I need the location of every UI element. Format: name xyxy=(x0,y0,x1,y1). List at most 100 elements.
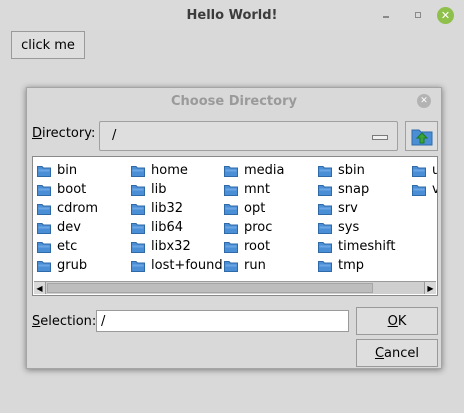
folder-icon xyxy=(412,184,426,196)
window-title: Hello World! xyxy=(186,7,278,23)
folder-icon xyxy=(37,241,51,253)
folder-icon xyxy=(131,222,145,234)
folder-icon xyxy=(37,260,51,272)
folder-name: grub xyxy=(57,258,88,273)
folder-name: lib64 xyxy=(151,220,184,235)
folder-icon xyxy=(224,184,238,196)
folder-name: run xyxy=(244,258,266,273)
maximize-icon xyxy=(415,12,421,18)
parent-directory-button[interactable] xyxy=(405,121,438,151)
folder-name: lib xyxy=(151,182,167,197)
folder-icon xyxy=(37,222,51,234)
folder-item[interactable]: run xyxy=(224,256,285,275)
folder-icon xyxy=(318,222,332,234)
folder-item[interactable]: snap xyxy=(318,180,395,199)
scroll-right-icon[interactable]: ▶ xyxy=(424,282,436,294)
dialog-close-button[interactable]: ✕ xyxy=(417,94,431,108)
horizontal-scrollbar[interactable]: ◀ ▶ xyxy=(34,281,436,294)
folder-item[interactable]: dev xyxy=(37,218,98,237)
folder-item[interactable]: bin xyxy=(37,161,98,180)
folder-item[interactable]: opt xyxy=(224,199,285,218)
folder-name: etc xyxy=(57,239,78,254)
folder-icon xyxy=(131,241,145,253)
scroll-left-icon[interactable]: ◀ xyxy=(34,282,46,294)
folder-icon xyxy=(224,203,238,215)
cancel-button[interactable]: Cancel xyxy=(356,339,438,367)
folder-column-4: sbin snap srv sys timeshift tmp xyxy=(318,161,395,275)
title-bar[interactable]: Hello World! ✕ xyxy=(0,0,464,30)
folder-name: opt xyxy=(244,201,266,216)
folder-item[interactable]: proc xyxy=(224,218,285,237)
dialog-title: Choose Directory xyxy=(171,94,297,109)
scrollbar-thumb[interactable] xyxy=(47,283,373,293)
folder-item[interactable]: libx32 xyxy=(131,237,223,256)
ok-button[interactable]: OK xyxy=(356,307,438,335)
folder-item[interactable]: u xyxy=(412,161,437,180)
folder-item[interactable]: root xyxy=(224,237,285,256)
folder-icon xyxy=(318,260,332,272)
folder-icon xyxy=(412,165,426,177)
folder-item[interactable]: v xyxy=(412,180,437,199)
folder-name: v xyxy=(432,182,437,197)
folder-item[interactable]: home xyxy=(131,161,223,180)
folder-name: cdrom xyxy=(57,201,99,216)
folder-item[interactable]: lib xyxy=(131,180,223,199)
selection-label: Selection: xyxy=(32,314,97,329)
folder-name: proc xyxy=(244,220,273,235)
folder-item[interactable]: etc xyxy=(37,237,98,256)
folder-item[interactable]: lib64 xyxy=(131,218,223,237)
folder-icon xyxy=(131,260,145,272)
folder-icon xyxy=(131,184,145,196)
selection-input[interactable] xyxy=(96,310,349,332)
folder-icon xyxy=(318,165,332,177)
folder-name: srv xyxy=(338,201,358,216)
folder-item[interactable]: lib32 xyxy=(131,199,223,218)
folder-item[interactable]: timeshift xyxy=(318,237,395,256)
directory-list[interactable]: bin boot cdrom dev etc grub home lib lib32 lib64… xyxy=(32,156,438,296)
folder-item[interactable]: boot xyxy=(37,180,98,199)
folder-item[interactable]: grub xyxy=(37,256,98,275)
dropdown-icon xyxy=(372,135,388,140)
close-button[interactable]: ✕ xyxy=(437,7,454,24)
folder-name: sbin xyxy=(338,163,365,178)
folder-icon xyxy=(37,203,51,215)
folder-item[interactable]: cdrom xyxy=(37,199,98,218)
folder-icon xyxy=(224,165,238,177)
folder-icon xyxy=(318,241,332,253)
folder-up-icon xyxy=(411,129,432,146)
directory-label: Directory: xyxy=(32,126,96,141)
choose-directory-dialog: Choose Directory ✕ Directory: / bin boot c… xyxy=(26,87,442,369)
folder-item[interactable]: lost+found xyxy=(131,256,223,275)
folder-item[interactable]: tmp xyxy=(318,256,395,275)
folder-name: media xyxy=(244,163,285,178)
folder-icon xyxy=(318,203,332,215)
minimize-button[interactable] xyxy=(378,7,394,23)
folder-column-5: uv xyxy=(412,161,437,199)
folder-name: root xyxy=(244,239,271,254)
folder-item[interactable]: media xyxy=(224,161,285,180)
minimize-icon xyxy=(383,16,389,18)
folder-item[interactable]: sys xyxy=(318,218,395,237)
close-icon: ✕ xyxy=(420,96,428,106)
folder-icon xyxy=(37,165,51,177)
maximize-button[interactable] xyxy=(410,7,426,23)
folder-column-1: bin boot cdrom dev etc grub xyxy=(37,161,98,275)
folder-icon xyxy=(224,260,238,272)
folder-icon xyxy=(224,241,238,253)
folder-icon xyxy=(131,165,145,177)
folder-item[interactable]: sbin xyxy=(318,161,395,180)
folder-name: dev xyxy=(57,220,81,235)
folder-icon xyxy=(37,184,51,196)
folder-column-3: media mnt opt proc root run xyxy=(224,161,285,275)
folder-item[interactable]: mnt xyxy=(224,180,285,199)
folder-item[interactable]: srv xyxy=(318,199,395,218)
folder-column-2: home lib lib32 lib64 libx32 lost+found xyxy=(131,161,223,275)
directory-value: / xyxy=(112,128,117,143)
click-me-button[interactable]: click me xyxy=(11,31,85,59)
folder-name: lib32 xyxy=(151,201,184,216)
directory-combobox[interactable]: / xyxy=(99,121,398,151)
folder-name: boot xyxy=(57,182,87,197)
folder-name: libx32 xyxy=(151,239,191,254)
folder-name: bin xyxy=(57,163,78,178)
folder-name: mnt xyxy=(244,182,270,197)
